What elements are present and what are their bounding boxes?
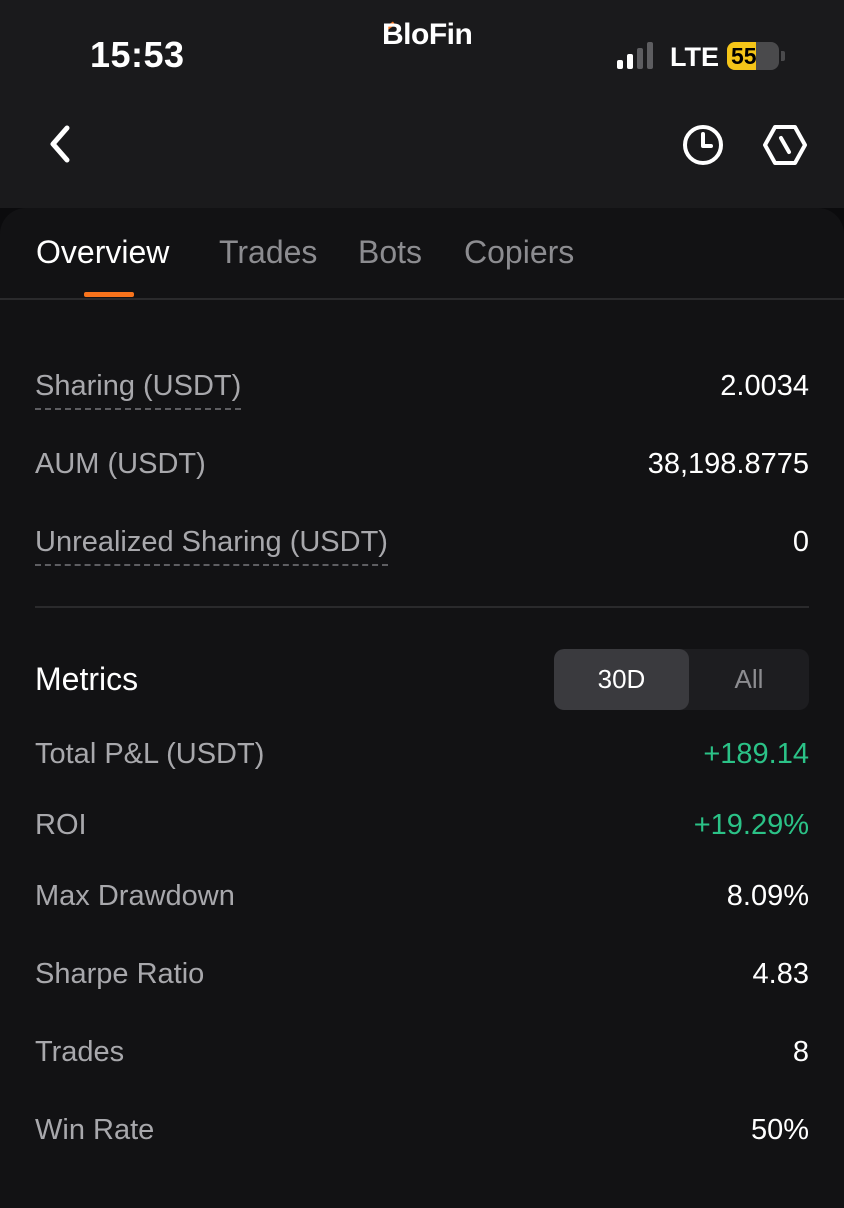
unrealized-sharing-label[interactable]: Unrealized Sharing (USDT) — [35, 522, 388, 566]
aum-row: AUM (USDT) 38,198.8775 — [35, 444, 809, 488]
aum-value: 38,198.8775 — [647, 448, 809, 480]
sharing-label[interactable]: Sharing (USDT) — [35, 366, 242, 410]
section-divider — [35, 606, 809, 608]
tab-copiers[interactable]: Copiers — [464, 234, 574, 271]
signal-strength-icon — [617, 42, 653, 69]
roi-label: ROI — [35, 809, 87, 841]
win-rate-row: Win Rate 50% — [35, 1110, 809, 1154]
sharpe-ratio-label: Sharpe Ratio — [35, 958, 205, 990]
range-selector: 30D All — [554, 649, 809, 710]
sharing-value: 2.0034 — [720, 370, 809, 402]
battery-percent: 55 — [731, 43, 757, 69]
win-rate-label: Win Rate — [35, 1114, 155, 1146]
content-panel: Overview Trades Bots Copiers Sharing (US… — [0, 208, 844, 1208]
total-pnl-value: +189.14 — [703, 738, 809, 770]
chevron-left-icon — [50, 125, 70, 163]
back-button[interactable] — [38, 122, 82, 166]
status-time: 15:53 — [90, 34, 185, 75]
tab-bots[interactable]: Bots — [358, 234, 422, 271]
roi-row: ROI +19.29% — [35, 805, 809, 849]
tab-trades[interactable]: Trades — [219, 234, 317, 271]
roi-value: +19.29% — [693, 809, 809, 841]
total-pnl-label: Total P&L (USDT) — [35, 738, 265, 770]
carrier-brand: BloFin — [382, 18, 473, 51]
sharpe-ratio-row: Sharpe Ratio 4.83 — [35, 954, 809, 998]
aum-label: AUM (USDT) — [35, 448, 206, 480]
history-button[interactable] — [680, 122, 726, 168]
metrics-title: Metrics — [35, 661, 139, 697]
tab-overview[interactable]: Overview — [36, 234, 169, 271]
unrealized-sharing-value: 0 — [792, 526, 809, 558]
hexagon-share-icon — [763, 125, 807, 165]
trades-value: 8 — [792, 1036, 809, 1068]
clock-icon — [683, 125, 723, 165]
unrealized-sharing-row: Unrealized Sharing (USDT) 0 — [35, 522, 809, 566]
tab-bar: Overview Trades Bots Copiers — [0, 208, 844, 300]
status-bar: 15:53 BloFin LTE 55 — [0, 0, 844, 100]
sharpe-ratio-value: 4.83 — [752, 958, 809, 990]
network-type: LTE — [670, 42, 719, 72]
total-pnl-row: Total P&L (USDT) +189.14 — [35, 734, 809, 778]
trades-label: Trades — [35, 1036, 125, 1068]
win-rate-value: 50% — [750, 1114, 809, 1146]
active-tab-indicator — [84, 292, 134, 297]
battery-icon: 55 — [727, 42, 779, 70]
max-drawdown-value: 8.09% — [726, 880, 809, 912]
max-drawdown-row: Max Drawdown 8.09% — [35, 876, 809, 920]
max-drawdown-label: Max Drawdown — [35, 880, 235, 912]
share-button[interactable] — [762, 122, 808, 168]
trades-row: Trades 8 — [35, 1032, 809, 1076]
range-all-button[interactable]: All — [689, 649, 809, 710]
range-30d-button[interactable]: 30D — [554, 649, 689, 710]
battery-cap — [781, 51, 785, 61]
sharing-row: Sharing (USDT) 2.0034 — [35, 366, 809, 410]
app-header — [0, 100, 844, 208]
